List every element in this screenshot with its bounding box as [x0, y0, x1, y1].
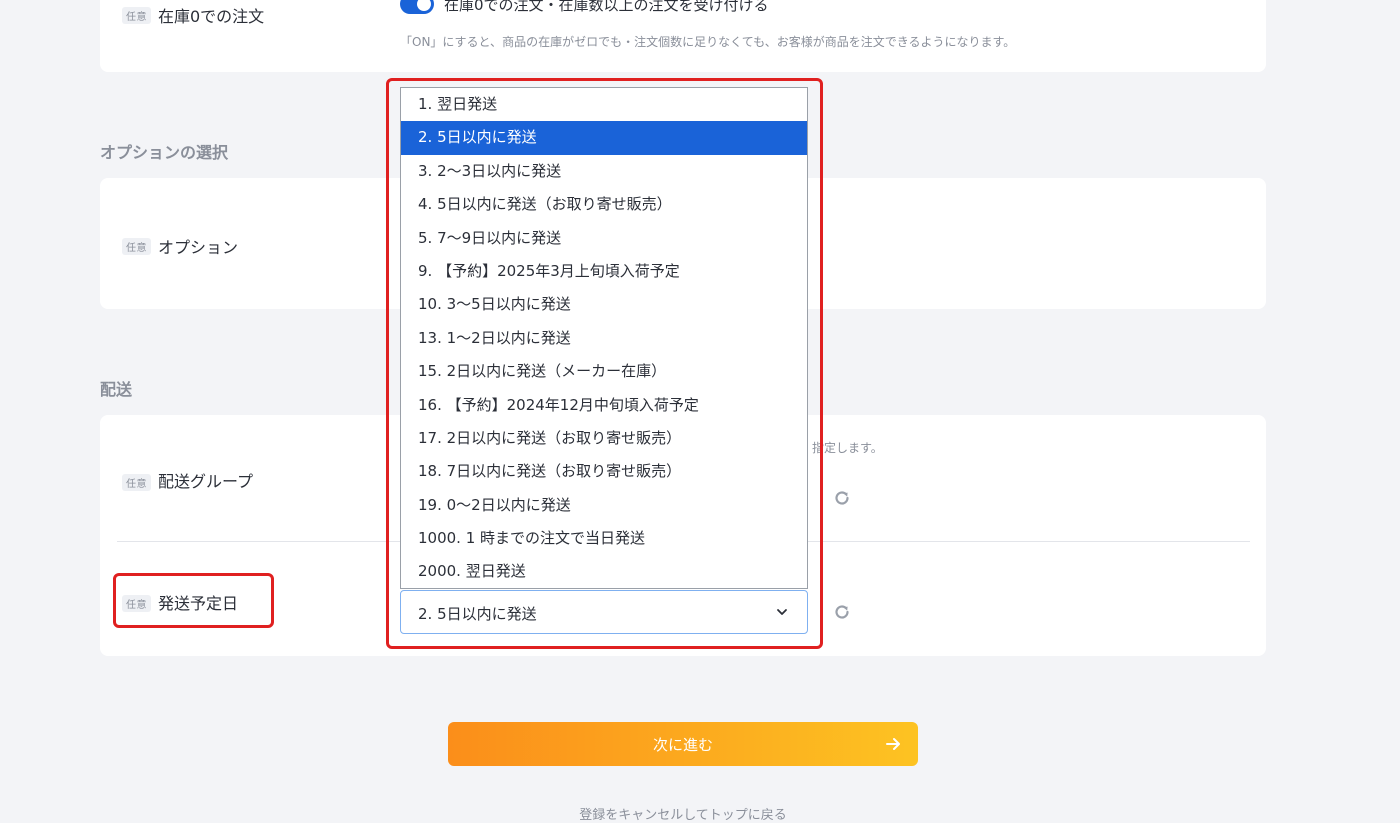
stock-zero-label: 在庫0での注文 — [158, 7, 265, 26]
stock-zero-helper: 「ON」にすると、商品の在庫がゼロでも・注文個数に足りなくても、お客様が商品を注… — [400, 35, 1016, 49]
reload-icon[interactable] — [832, 488, 852, 508]
option-label: オプション — [158, 238, 239, 257]
next-button[interactable]: 次に進む — [448, 722, 918, 766]
shipping-section-title: 配送 — [100, 380, 133, 399]
reload-icon[interactable] — [832, 602, 852, 622]
shipping-group-label: 配送グループ — [158, 472, 254, 491]
optional-badge: 任意 — [122, 238, 151, 255]
cancel-link[interactable]: 登録をキャンセルしてトップに戻る — [0, 804, 1366, 823]
arrow-right-icon — [886, 738, 900, 750]
dropdown-highlight-box — [386, 78, 823, 649]
stock-zero-toggle-label: 在庫0での注文・在庫数以上の注文を受け付ける — [444, 0, 769, 14]
next-button-label: 次に進む — [652, 736, 713, 754]
ship-date-label-highlight-box — [113, 573, 274, 628]
stock-zero-toggle[interactable] — [400, 0, 434, 14]
options-section-title: オプションの選択 — [100, 143, 229, 162]
optional-badge: 任意 — [122, 474, 151, 491]
optional-badge: 任意 — [122, 7, 151, 24]
